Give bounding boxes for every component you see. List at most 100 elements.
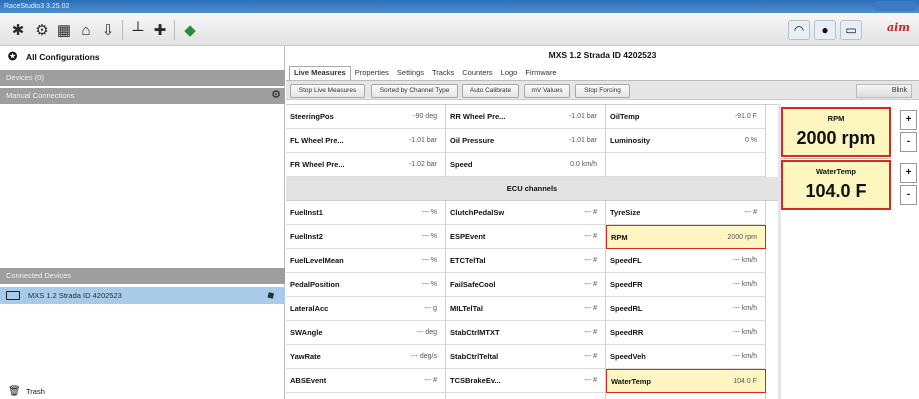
sort-by-channel-type-button[interactable]: Sorted by Channel Type <box>371 84 458 98</box>
window-titlebar: RaceStudio3 3.25.02 <box>0 0 919 13</box>
measure-cell[interactable]: Speed 0.0 km/h <box>446 153 606 177</box>
channel-name: SpeedFR <box>610 280 643 289</box>
measure-cell[interactable]: FuelInst1 --- % <box>286 201 446 225</box>
watertemp-increase-button[interactable]: + <box>900 163 917 183</box>
measure-cell[interactable]: SpeedRL --- km/h <box>606 297 766 321</box>
channel-value: --- km/h <box>732 281 757 288</box>
measure-cell[interactable]: SteeringPos -90 deg <box>286 105 446 129</box>
measure-cell[interactable]: MILTelTal --- # <box>446 297 606 321</box>
grid-icon[interactable]: ▦ <box>54 20 74 40</box>
storage-icon[interactable]: ▭ <box>840 20 862 40</box>
measure-cell[interactable]: PedalPosition --- % <box>286 273 446 297</box>
tab-counters[interactable]: Counters <box>458 66 496 80</box>
measure-cell[interactable]: FuelLevelMean --- % <box>286 249 446 273</box>
tracks-icon[interactable]: ⌂ <box>76 20 96 40</box>
measure-cell[interactable]: OilTemp -91.0 F <box>606 105 766 129</box>
download-icon[interactable]: ⇩ <box>98 20 118 40</box>
channel-value: --- km/h <box>732 353 757 360</box>
add-icon[interactable]: ✚ <box>150 20 170 40</box>
measure-cell[interactable]: ABSTelTal --- # <box>286 393 446 399</box>
tag-icon[interactable]: ◆ <box>265 289 277 302</box>
measure-cell[interactable]: ESPEvent --- # <box>446 225 606 249</box>
measure-cell[interactable]: RPM 2000 rpm <box>606 225 766 249</box>
channel-name: ESPEvent <box>450 232 486 241</box>
channel-name: Luminosity <box>610 136 651 145</box>
measure-cell[interactable]: SpeedVeh --- km/h <box>606 345 766 369</box>
measure-cell[interactable] <box>606 153 766 177</box>
channel-name: SpeedFL <box>610 256 642 265</box>
star-icon[interactable]: ✱ <box>8 20 28 40</box>
measure-cell[interactable]: TCSBrakeEv... --- # <box>446 369 606 393</box>
measure-cell[interactable]: SpeedRR --- km/h <box>606 321 766 345</box>
settings-icon[interactable]: ⚙ <box>32 20 52 40</box>
measure-cell[interactable]: StabCtrlTeltal --- # <box>446 345 606 369</box>
channel-value: 0.0 km/h <box>570 161 597 168</box>
measure-cell[interactable]: WaterTemp 104.0 F <box>606 369 766 393</box>
channel-name: StabCtrlTeltal <box>450 352 499 361</box>
stop-live-measures-button[interactable]: Stop Live Measures <box>290 84 365 98</box>
tab-firmware[interactable]: Firmware <box>521 66 560 80</box>
connected-device-label: MXS 1.2 Strada ID 4202523 <box>28 291 122 300</box>
measure-cell[interactable]: FR Wheel Pre... -1.02 bar <box>286 153 446 177</box>
measure-cell[interactable]: TrqAct --- Nm <box>606 393 766 399</box>
channel-name: RPM <box>611 233 628 242</box>
connected-devices-group[interactable]: Connected Devices <box>0 268 285 284</box>
device-title: MXS 1.2 Strada ID 4202523 <box>548 50 657 60</box>
measure-cell[interactable]: ABSEvent --- # <box>286 369 446 393</box>
rpm-gauge[interactable]: RPM 2000 rpm <box>781 107 891 157</box>
devices-group[interactable]: Devices (0) <box>0 70 285 86</box>
gauge-title: WaterTemp <box>815 167 856 176</box>
watertemp-gauge[interactable]: WaterTemp 104.0 F <box>781 160 891 210</box>
channel-name: FL Wheel Pre... <box>290 136 344 145</box>
window-controls[interactable] <box>875 1 915 11</box>
measure-cell[interactable]: FuelInst2 --- % <box>286 225 446 249</box>
all-configurations[interactable]: ✪ All Configurations <box>0 46 285 68</box>
measure-cell[interactable]: Luminosity 0 % <box>606 129 766 153</box>
rpm-decrease-button[interactable]: - <box>900 132 917 152</box>
channel-name: Oil Pressure <box>450 136 495 145</box>
channel-name: MILTelTal <box>450 304 483 313</box>
measure-cell[interactable]: FailSafeCool --- # <box>446 273 606 297</box>
cube-icon[interactable]: ◆ <box>180 20 200 40</box>
measure-cell[interactable]: SpeedFR --- km/h <box>606 273 766 297</box>
channel-value: --- % <box>421 281 437 288</box>
measure-cell[interactable]: ClutchPedalSw --- # <box>446 201 606 225</box>
measure-cell[interactable]: TCSEngEvent --- # <box>446 393 606 399</box>
tab-live-measures[interactable]: Live Measures <box>289 66 351 80</box>
measure-cell[interactable]: SWAngle --- deg <box>286 321 446 345</box>
all-configurations-label: All Configurations <box>26 52 100 62</box>
measure-cell[interactable]: LateralAcc --- g <box>286 297 446 321</box>
watertemp-decrease-button[interactable]: - <box>900 185 917 205</box>
channel-name: SWAngle <box>290 328 323 337</box>
blink-button[interactable]: Blink <box>856 84 912 98</box>
measure-cell[interactable]: ETCTelTal --- # <box>446 249 606 273</box>
channel-name: PedalPosition <box>290 280 340 289</box>
measure-cell[interactable]: StabCtrlMTXT --- # <box>446 321 606 345</box>
network-icon[interactable]: ● <box>814 20 836 40</box>
tab-settings[interactable]: Settings <box>393 66 428 80</box>
tab-properties[interactable]: Properties <box>351 66 393 80</box>
mv-values-button[interactable]: mV Values <box>524 84 570 98</box>
chart-icon[interactable]: ┴ <box>128 20 148 40</box>
measure-cell[interactable]: FL Wheel Pre... -1.01 bar <box>286 129 446 153</box>
measure-cell[interactable]: TyreSize --- # <box>606 201 766 225</box>
tab-tracks[interactable]: Tracks <box>428 66 458 80</box>
channel-name: WaterTemp <box>611 377 652 386</box>
devices-group-label: Devices (0) <box>6 73 44 82</box>
measure-cell[interactable]: Oil Pressure -1.01 bar <box>446 129 606 153</box>
manual-connections-group[interactable]: Manual Connections ⚙ <box>0 88 285 104</box>
ecu-channels-header: ECU channels <box>286 177 778 201</box>
measure-cell[interactable]: YawRate --- deg/s <box>286 345 446 369</box>
wifi-icon[interactable]: ◠ <box>788 20 810 40</box>
connected-device-item[interactable]: MXS 1.2 Strada ID 4202523 ◆ <box>0 287 285 304</box>
tab-logo[interactable]: Logo <box>497 66 522 80</box>
stop-forcing-button[interactable]: Stop Forcing <box>575 84 630 98</box>
channel-value: -1.02 bar <box>408 161 437 168</box>
channel-value: --- Nm <box>737 393 757 399</box>
auto-calibrate-button[interactable]: Auto Calibrate <box>462 84 519 98</box>
measure-cell[interactable]: RR Wheel Pre... -1.01 bar <box>446 105 606 129</box>
rpm-increase-button[interactable]: + <box>900 110 917 130</box>
measure-cell[interactable]: SpeedFL --- km/h <box>606 249 766 273</box>
trash-item[interactable]: 🗑 Trash <box>0 384 285 399</box>
gear-icon[interactable]: ⚙ <box>271 89 281 102</box>
